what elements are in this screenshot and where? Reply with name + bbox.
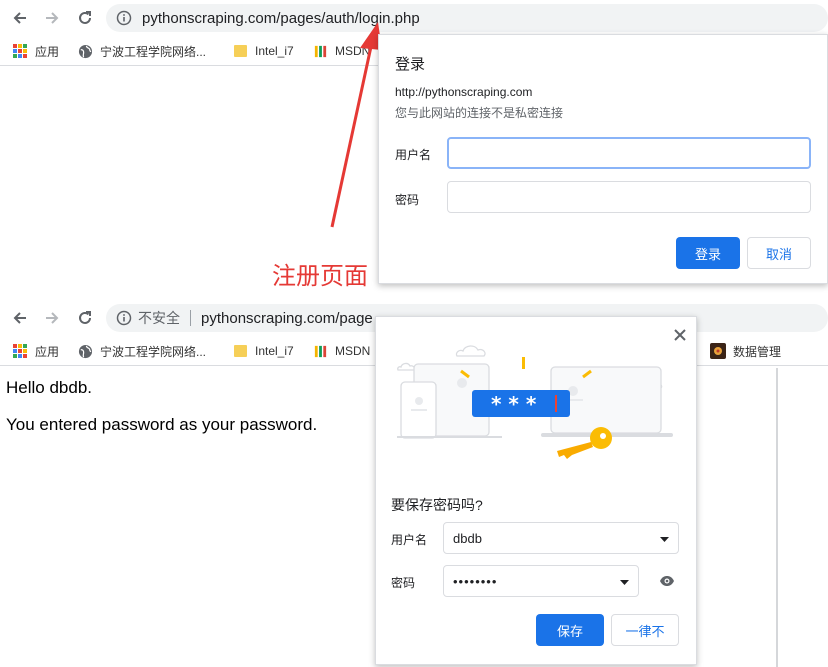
login-button[interactable]: 登录 — [676, 237, 740, 269]
back-arrow-icon[interactable] — [8, 6, 32, 30]
window-edge — [776, 368, 778, 667]
address-bar[interactable]: pythonscraping.com/pages/auth/login.php — [106, 4, 828, 32]
bookmark-nbut[interactable]: 宁波工程学院网络... — [77, 342, 206, 360]
bookmark-nbut[interactable]: 宁波工程学院网络... — [77, 42, 206, 60]
save-password-question: 要保存密码吗? — [391, 497, 483, 513]
folder-icon — [232, 343, 248, 359]
bookmark-label: 宁波工程学院网络... — [100, 344, 207, 359]
save-username-label: 用户名 — [391, 533, 428, 547]
auth-password-input[interactable] — [447, 181, 811, 213]
show-password-eye-icon[interactable] — [658, 572, 676, 590]
auth-username-label: 用户名 — [395, 148, 432, 162]
page-greeting: Hello dbdb. — [6, 378, 93, 397]
msdn-logo-icon — [312, 343, 328, 359]
bookmark-intel[interactable]: Intel_i7 — [232, 342, 294, 360]
never-button[interactable]: 一律不 — [611, 614, 679, 646]
dropdown-arrow-icon — [660, 529, 669, 547]
top-toolbar: pythonscraping.com/pages/auth/login.php — [0, 0, 828, 36]
svg-text:* * *: * * * — [491, 392, 537, 416]
bookmark-apps[interactable]: 应用 — [12, 42, 59, 60]
auth-warning: 您与此网站的连接不是私密连接 — [395, 106, 564, 120]
apps-grid-icon — [12, 43, 28, 59]
auth-password-label: 密码 — [395, 193, 420, 207]
globe-icon — [77, 43, 93, 59]
bookmark-msdn[interactable]: MSDN — [312, 342, 370, 360]
auth-dialog: 登录 http://pythonscraping.com 您与此网站的连接不是私… — [378, 34, 828, 284]
save-username-select[interactable]: dbdb — [443, 522, 679, 554]
bookmark-label: MSDN — [335, 344, 371, 358]
bookmark-label: 应用 — [35, 344, 60, 359]
page-message: You entered password as your password. — [6, 415, 318, 434]
password-illustration-icon: * * * — [397, 345, 673, 459]
reload-icon[interactable] — [73, 6, 97, 30]
save-password-dialog: * * * 要保存密码吗? 用户名 dbdb 密码 •••••••• 保存 一律… — [375, 316, 697, 665]
cancel-button[interactable]: 取消 — [747, 237, 811, 269]
not-secure-label: 不安全 — [138, 310, 180, 326]
save-username-value: dbdb — [453, 530, 482, 546]
forward-arrow-icon[interactable] — [40, 6, 64, 30]
bookmark-apps[interactable]: 应用 — [12, 342, 59, 360]
save-password-label: 密码 — [391, 576, 416, 590]
bookmark-label: 应用 — [35, 44, 60, 59]
bookmark-data-management[interactable]: 数据管理 — [710, 342, 781, 360]
info-icon[interactable] — [116, 10, 132, 26]
forward-arrow-icon[interactable] — [40, 306, 64, 330]
url-text: pythonscraping.com/page — [201, 309, 373, 327]
auth-username-input[interactable] — [447, 137, 811, 169]
dropdown-arrow-icon — [620, 572, 629, 590]
bookmark-label: 数据管理 — [733, 344, 782, 359]
info-icon[interactable] — [116, 310, 132, 326]
annotation-label: 注册页面 — [272, 263, 368, 290]
folder-icon — [232, 43, 248, 59]
bookmark-intel[interactable]: Intel_i7 — [232, 42, 294, 60]
omnibox-divider — [190, 310, 191, 326]
bookmark-label: 宁波工程学院网络... — [100, 44, 207, 59]
save-button[interactable]: 保存 — [536, 614, 604, 646]
back-arrow-icon[interactable] — [8, 306, 32, 330]
globe-icon — [77, 343, 93, 359]
bookmark-label: Intel_i7 — [255, 344, 294, 358]
save-password-select[interactable]: •••••••• — [443, 565, 639, 597]
data-logo-icon — [710, 343, 726, 359]
auth-dialog-title: 登录 — [395, 56, 426, 73]
bookmark-label: Intel_i7 — [255, 44, 294, 58]
auth-site: http://pythonscraping.com — [395, 85, 533, 99]
save-password-value: •••••••• — [453, 573, 498, 589]
reload-icon[interactable] — [73, 306, 97, 330]
apps-grid-icon — [12, 343, 28, 359]
